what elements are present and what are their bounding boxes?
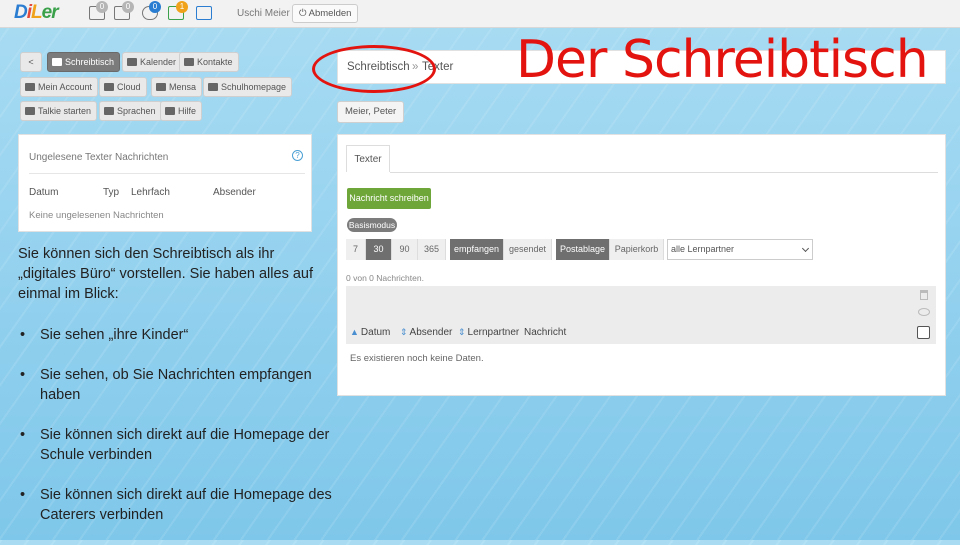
- tab-kontakte[interactable]: Kontakte: [179, 52, 239, 72]
- column-datum: Datum: [29, 187, 59, 198]
- tab-divider: [390, 172, 938, 173]
- button-label: Schulhomepage: [221, 82, 287, 92]
- button-label: Mensa: [169, 82, 197, 92]
- sort-icon: ⇕: [458, 327, 466, 337]
- folder-postablage[interactable]: Postablage: [556, 239, 610, 260]
- intro-text: Sie können sich den Schreibtisch als ihr…: [18, 246, 313, 302]
- column-label: Absender: [409, 327, 453, 338]
- tab-texter[interactable]: Texter: [346, 145, 390, 172]
- days-365-button[interactable]: 365: [418, 239, 446, 260]
- slide-title: Der Schreibtisch: [516, 30, 929, 90]
- message-count: 0 von 0 Nachrichten.: [346, 273, 424, 283]
- mensa-button[interactable]: Mensa: [151, 77, 203, 97]
- mail-badge: 0: [122, 1, 134, 13]
- column-nachricht: Nachricht: [524, 327, 567, 338]
- days-90-button[interactable]: 90: [392, 239, 418, 260]
- cloud-badge: 0: [149, 1, 161, 13]
- empty-message: Keine ungelesenen Nachrichten: [29, 210, 164, 221]
- tab-kalender[interactable]: Kalender: [122, 52, 183, 72]
- back-label: <: [28, 57, 34, 67]
- schulhomepage-button[interactable]: Schulhomepage: [203, 77, 293, 97]
- select-all-checkbox[interactable]: [917, 326, 930, 339]
- monitor-icon: [52, 58, 62, 66]
- column-datum[interactable]: ▲ Datum: [350, 327, 390, 338]
- hilfe-button[interactable]: Hilfe: [160, 101, 203, 121]
- sprachen-button[interactable]: Sprachen: [99, 101, 162, 121]
- panel-title: Ungelesene Texter Nachrichten: [29, 152, 169, 163]
- filter-empfangen[interactable]: empfangen: [450, 239, 504, 260]
- bullet-item: Sie können sich direkt auf die Homepage …: [18, 425, 338, 465]
- window-icon[interactable]: [196, 6, 212, 20]
- days-7-button[interactable]: 7: [346, 239, 366, 260]
- trash-icon[interactable]: [920, 290, 928, 300]
- cloud-button[interactable]: Cloud: [99, 77, 147, 97]
- talkie-button[interactable]: Talkie starten: [20, 101, 98, 121]
- logout-button[interactable]: ⏻ Abmelden: [292, 4, 359, 23]
- highlight-ellipse: [312, 45, 436, 93]
- logout-label: Abmelden: [308, 8, 352, 19]
- column-absender[interactable]: ⇕ Absender: [400, 327, 452, 338]
- folder-papierkorb[interactable]: Papierkorb: [610, 239, 664, 260]
- tab-label: Kalender: [140, 57, 177, 67]
- mein-account-button[interactable]: Mein Account: [20, 77, 99, 97]
- top-bar: DiLer 0 0 0 1 Uschi Meier ⏻ Abmelden: [0, 0, 960, 28]
- chat-icon: [25, 107, 35, 115]
- column-typ: Typ: [103, 187, 120, 198]
- chevron-down-icon: [801, 244, 810, 253]
- diler-logo[interactable]: DiLer: [14, 2, 59, 24]
- tasks-badge: 0: [96, 1, 108, 13]
- school-icon: [208, 83, 218, 91]
- flag-icon: [104, 107, 114, 115]
- help-icon: [165, 107, 175, 115]
- column-label: Datum: [360, 327, 391, 338]
- back-button[interactable]: <: [20, 52, 42, 72]
- dila-badge: 1: [176, 1, 188, 13]
- food-icon: [156, 83, 166, 91]
- tab-label: Kontakte: [197, 57, 233, 67]
- sort-icon: ⇕: [400, 327, 408, 337]
- button-label: Talkie starten: [38, 106, 92, 116]
- contacts-icon: [184, 58, 194, 66]
- tab-schreibtisch[interactable]: Schreibtisch: [47, 52, 121, 72]
- partner-select[interactable]: alle Lernpartner: [667, 239, 813, 260]
- bullet-item: Sie können sich direkt auf die Homepage …: [18, 485, 338, 525]
- bullet-item: Sie sehen „ihre Kinder“: [18, 325, 338, 345]
- days-30-button[interactable]: 30: [366, 239, 392, 260]
- mode-badge[interactable]: Basismodus: [347, 218, 397, 232]
- empty-table-message: Es existieren noch keine Daten.: [350, 353, 484, 364]
- tab-label: Schreibtisch: [65, 57, 115, 67]
- eye-icon[interactable]: [918, 308, 930, 316]
- sort-up-icon: ▲: [350, 327, 359, 337]
- column-lehrfach: Lehrfach: [131, 187, 170, 198]
- filter-gesendet[interactable]: gesendet: [504, 239, 552, 260]
- compose-button[interactable]: Nachricht schreiben: [347, 188, 431, 209]
- bullet-item: Sie sehen, ob Sie Nachrichten empfangen …: [18, 365, 338, 405]
- calendar-icon: [127, 58, 137, 66]
- child-select-button[interactable]: Meier, Peter: [337, 101, 405, 123]
- column-lernpartner[interactable]: ⇕ Lernpartner: [458, 327, 519, 338]
- button-label: Mein Account: [38, 82, 93, 92]
- partner-select-value: alle Lernpartner: [671, 244, 735, 254]
- power-icon: ⏻: [299, 8, 307, 19]
- column-label: Lernpartner: [467, 327, 520, 338]
- divider: [29, 173, 305, 174]
- column-absender: Absender: [213, 187, 256, 198]
- bullet-list: Sie sehen „ihre Kinder“ Sie sehen, ob Si…: [18, 325, 338, 545]
- unread-messages-panel: Ungelesene Texter Nachrichten ? Datum Ty…: [18, 134, 312, 232]
- help-icon[interactable]: ?: [292, 150, 303, 161]
- user-icon: [25, 83, 35, 91]
- cloud-icon: [104, 83, 114, 91]
- button-label: Cloud: [117, 82, 141, 92]
- user-name: Uschi Meier: [237, 8, 290, 19]
- button-label: Hilfe: [178, 106, 197, 116]
- button-label: Sprachen: [117, 106, 156, 116]
